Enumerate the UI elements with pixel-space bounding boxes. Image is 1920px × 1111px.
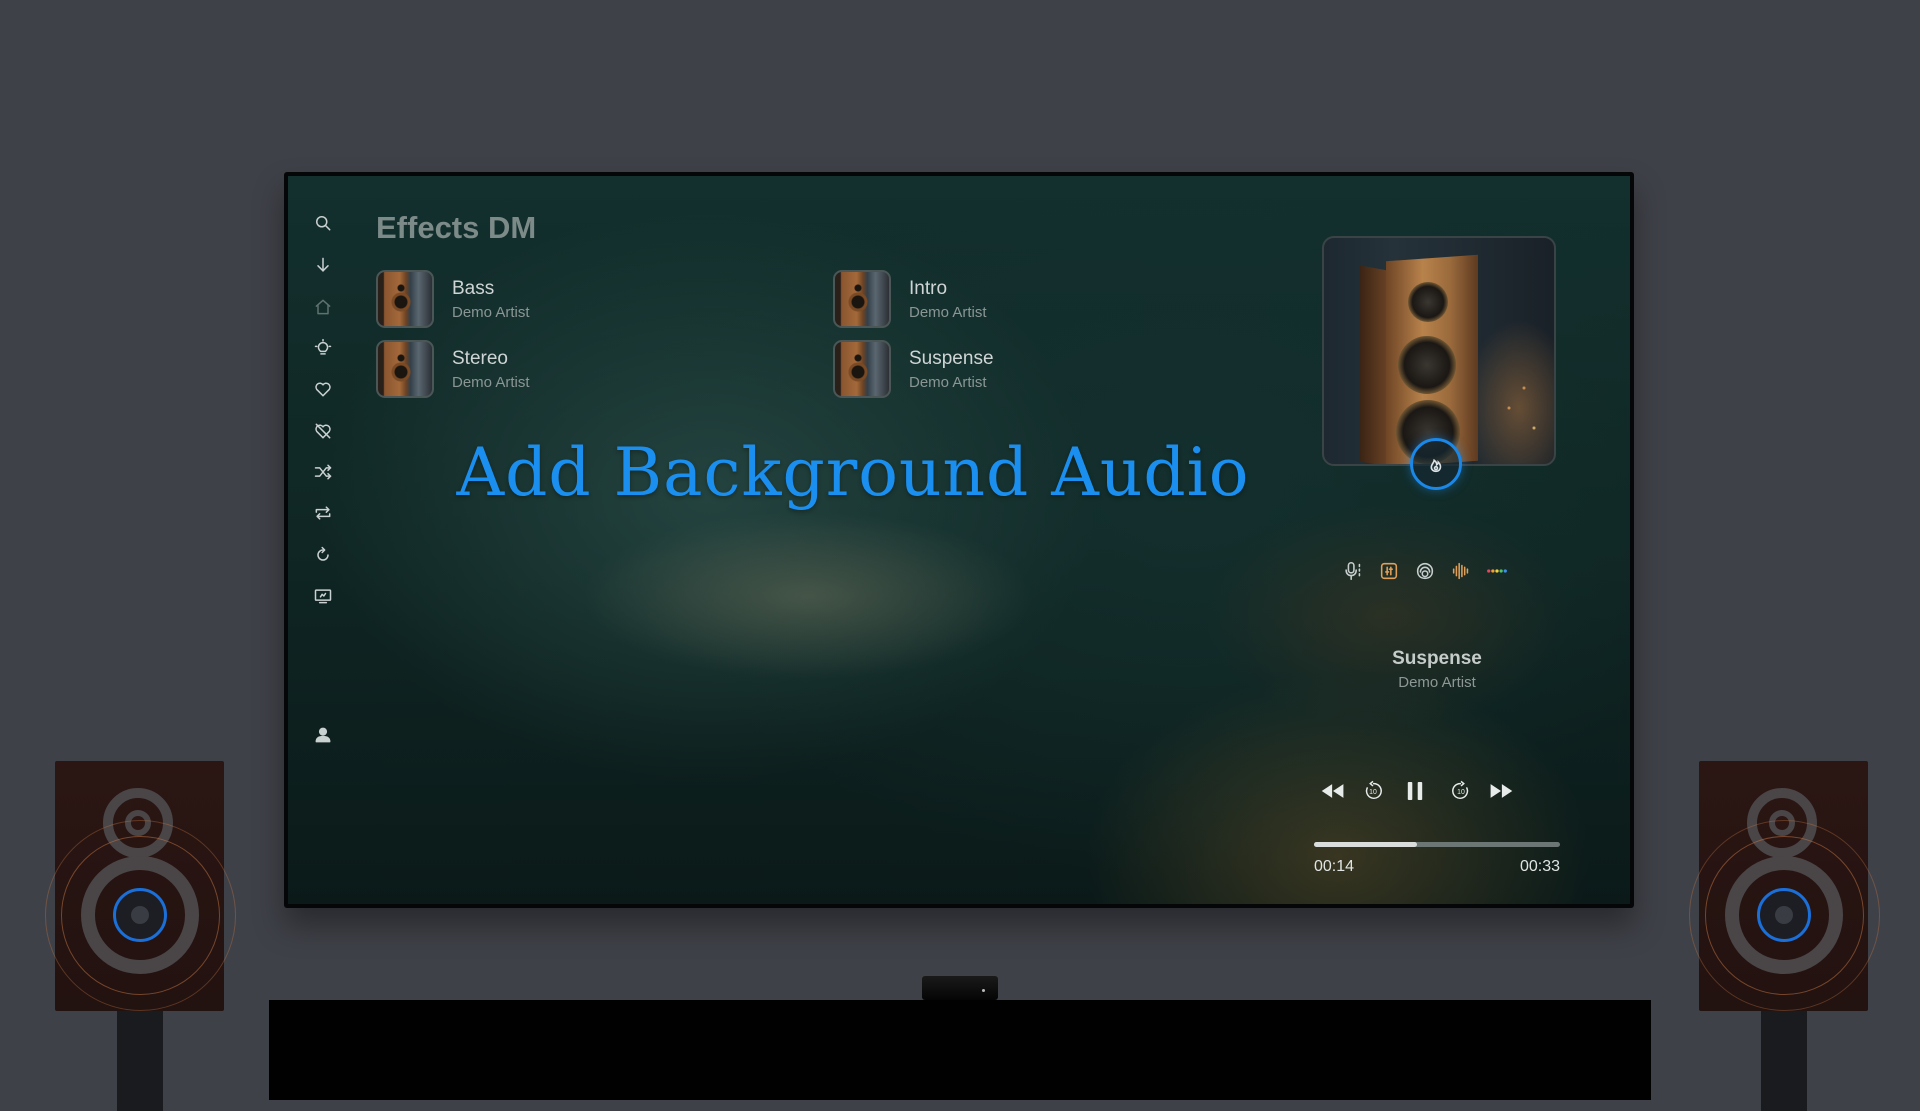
- app-screen: Effects DM Bass Demo Artist Intro Demo A…: [288, 176, 1630, 904]
- refresh-icon[interactable]: [310, 542, 336, 568]
- rewind-button[interactable]: [1318, 778, 1348, 804]
- microphone-icon[interactable]: [1341, 559, 1365, 583]
- album-thumbnail: [376, 270, 434, 328]
- profile-icon[interactable]: [310, 722, 336, 748]
- skip-forward-10-icon: 10: [1452, 780, 1469, 800]
- track-title: Suspense: [909, 348, 994, 369]
- track-title: Bass: [452, 278, 495, 299]
- page-title: Effects DM: [376, 210, 537, 245]
- feature-headline: Add Background Audio: [456, 434, 1250, 511]
- streaming-box: [922, 976, 998, 1000]
- lightbulb-icon[interactable]: [310, 335, 336, 361]
- now-playing-artwork: [1322, 236, 1556, 466]
- flame-icon: [1430, 458, 1442, 473]
- fast-forward-button[interactable]: [1486, 778, 1516, 804]
- album-thumbnail: [376, 340, 434, 398]
- svg-text:10: 10: [1369, 789, 1377, 796]
- background-audio-button[interactable]: [1410, 438, 1462, 490]
- track-item-suspense[interactable]: Suspense Demo Artist: [833, 340, 1173, 398]
- track-artist: Demo Artist: [452, 374, 530, 391]
- download-arrow-icon[interactable]: [310, 252, 336, 278]
- track-item-bass[interactable]: Bass Demo Artist: [376, 270, 716, 328]
- total-time: 00:33: [1519, 858, 1560, 875]
- waveform-icon[interactable]: [1449, 559, 1473, 583]
- fast-forward-icon: [1490, 784, 1513, 798]
- skip-back-10-button[interactable]: 10: [1360, 778, 1386, 804]
- tv-frame: Effects DM Bass Demo Artist Intro Demo A…: [284, 172, 1634, 908]
- elapsed-time: 00:14: [1314, 858, 1355, 875]
- surround-icon[interactable]: [1413, 559, 1437, 583]
- pause-button[interactable]: [1400, 776, 1430, 806]
- search-icon[interactable]: [310, 210, 336, 236]
- right-speaker: [1689, 761, 1880, 1111]
- track-item-stereo[interactable]: Stereo Demo Artist: [376, 340, 716, 398]
- svg-text:10: 10: [1457, 789, 1465, 796]
- heart-icon[interactable]: [310, 376, 336, 402]
- now-playing-artist: Demo Artist: [1398, 674, 1476, 691]
- skip-forward-10-button[interactable]: 10: [1448, 778, 1474, 804]
- track-title: Intro: [909, 278, 948, 299]
- track-item-intro[interactable]: Intro Demo Artist: [833, 270, 1173, 328]
- track-artist: Demo Artist: [909, 304, 987, 321]
- rewind-icon: [1321, 784, 1344, 798]
- track-title: Stereo: [452, 348, 508, 369]
- pause-icon: [1407, 782, 1423, 800]
- now-playing-title: Suspense: [1392, 648, 1482, 669]
- left-speaker: [45, 761, 236, 1111]
- screen-icon[interactable]: [310, 583, 336, 609]
- album-thumbnail: [833, 340, 891, 398]
- progress-fill: [1314, 842, 1418, 847]
- album-thumbnail: [833, 270, 891, 328]
- equalizer-icon[interactable]: [1377, 559, 1401, 583]
- tv-console: [269, 1000, 1651, 1100]
- skip-back-10-icon: 10: [1365, 780, 1382, 800]
- track-artist: Demo Artist: [452, 304, 530, 321]
- home-icon[interactable]: [310, 294, 336, 320]
- track-artist: Demo Artist: [909, 374, 987, 391]
- color-dots-icon[interactable]: [1485, 559, 1509, 583]
- progress-bar[interactable]: [1314, 842, 1560, 847]
